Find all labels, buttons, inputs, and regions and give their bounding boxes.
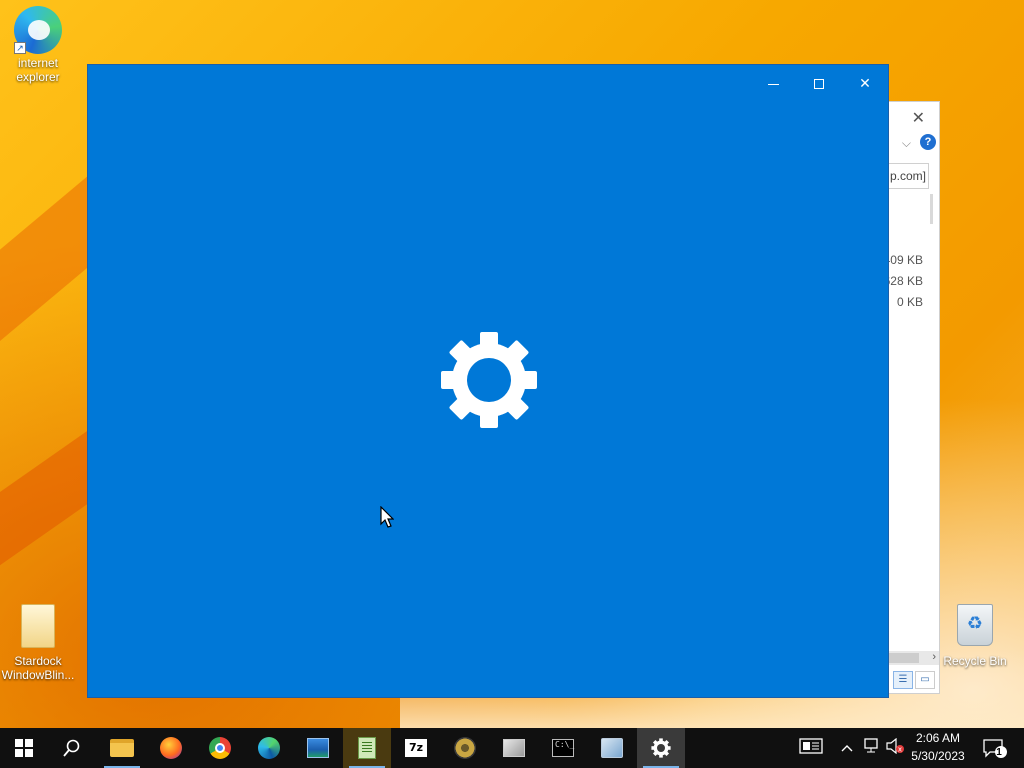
minimize-icon bbox=[767, 83, 779, 85]
notification-count-badge: 1 bbox=[996, 747, 1002, 758]
scrollbar-thumb[interactable] bbox=[887, 653, 919, 663]
close-button[interactable]: ✕ bbox=[842, 67, 888, 99]
shortcut-arrow-icon: ↗ bbox=[14, 42, 26, 54]
close-icon: ✕ bbox=[859, 75, 871, 91]
desktop-icon-stardock-windowblinds[interactable]: Stardock WindowBlin... bbox=[0, 604, 76, 682]
taskbar-app-edge[interactable] bbox=[245, 728, 293, 768]
volume-muted-icon[interactable]: x bbox=[884, 737, 906, 760]
settings-splash-window[interactable]: ✕ bbox=[87, 64, 889, 698]
firefox-icon bbox=[160, 737, 182, 759]
taskbar-app-photos[interactable] bbox=[294, 728, 342, 768]
monitor-icon bbox=[503, 739, 525, 757]
file-size: 628 KB bbox=[883, 274, 923, 288]
photos-icon bbox=[307, 738, 329, 758]
taskbar-app-settings[interactable] bbox=[637, 728, 685, 768]
file-size: 0 KB bbox=[896, 295, 923, 309]
setup-icon bbox=[601, 738, 623, 758]
windows-logo-icon bbox=[15, 739, 33, 757]
gear-icon bbox=[441, 332, 537, 428]
taskbar-app-setup[interactable] bbox=[588, 728, 636, 768]
disk-icon bbox=[454, 737, 476, 759]
network-icon[interactable] bbox=[861, 738, 881, 760]
file-size: 409 KB bbox=[883, 253, 923, 267]
address-bar[interactable]: p.com] bbox=[887, 163, 929, 189]
vertical-scrollbar[interactable] bbox=[930, 194, 933, 224]
desktop-icon-recycle-bin[interactable]: Recycle Bin bbox=[937, 604, 1013, 668]
details-view-icon[interactable]: ☰ bbox=[893, 671, 913, 689]
desktop-icon-label: Stardock WindowBlin... bbox=[1, 654, 75, 682]
desktop-icon-label: internet explorer bbox=[16, 56, 60, 84]
close-icon[interactable]: ✕ bbox=[912, 108, 925, 128]
taskbar-app-file-explorer[interactable] bbox=[98, 728, 146, 768]
horizontal-scrollbar[interactable]: › bbox=[887, 651, 939, 665]
chevron-up-icon[interactable] bbox=[838, 738, 856, 758]
edge-icon: ↗ bbox=[14, 6, 62, 54]
taskbar-app-chrome[interactable] bbox=[196, 728, 244, 768]
taskbar-app-command-prompt[interactable]: C:\_ bbox=[539, 728, 587, 768]
large-icons-view-icon[interactable]: ▭ bbox=[915, 671, 935, 689]
edge-icon bbox=[258, 737, 280, 759]
search-button[interactable] bbox=[48, 728, 96, 768]
7zip-icon: 7z bbox=[405, 739, 427, 757]
taskbar-app-firefox[interactable] bbox=[147, 728, 195, 768]
folder-icon bbox=[110, 739, 134, 757]
minimize-button[interactable] bbox=[750, 67, 796, 99]
search-icon bbox=[63, 739, 80, 757]
clock-date[interactable]: 5/30/2023 bbox=[906, 749, 970, 763]
chevron-right-icon[interactable]: › bbox=[932, 651, 936, 663]
maximize-icon bbox=[814, 79, 824, 90]
taskbar-app-notepad[interactable] bbox=[343, 728, 391, 768]
taskbar: 7z C:\_ x 2:06 AM 5/30/2023 1 bbox=[0, 728, 1024, 768]
desktop-icon-internet-explorer[interactable]: ↗ internet explorer bbox=[0, 6, 76, 84]
start-button[interactable] bbox=[0, 728, 48, 768]
chrome-icon bbox=[209, 737, 231, 759]
help-icon[interactable]: ? bbox=[920, 134, 936, 150]
notepad-icon bbox=[358, 737, 376, 759]
cmd-icon: C:\_ bbox=[552, 739, 574, 757]
folder-icon bbox=[14, 604, 62, 652]
maximize-button[interactable] bbox=[796, 67, 842, 99]
mouse-cursor-icon bbox=[380, 506, 394, 528]
svg-text:x: x bbox=[898, 746, 902, 754]
gear-icon bbox=[651, 738, 671, 758]
recycle-bin-icon bbox=[951, 604, 999, 652]
taskbar-app-remote-desktop[interactable] bbox=[490, 728, 538, 768]
taskbar-app-disk-utility[interactable] bbox=[441, 728, 489, 768]
chevron-down-icon[interactable]: ⌵ bbox=[902, 136, 911, 151]
clock-time[interactable]: 2:06 AM bbox=[906, 731, 970, 745]
desktop-icon-label: Recycle Bin bbox=[943, 654, 1007, 668]
news-widget-icon[interactable] bbox=[797, 738, 825, 760]
taskbar-app-7zip[interactable]: 7z bbox=[392, 728, 440, 768]
